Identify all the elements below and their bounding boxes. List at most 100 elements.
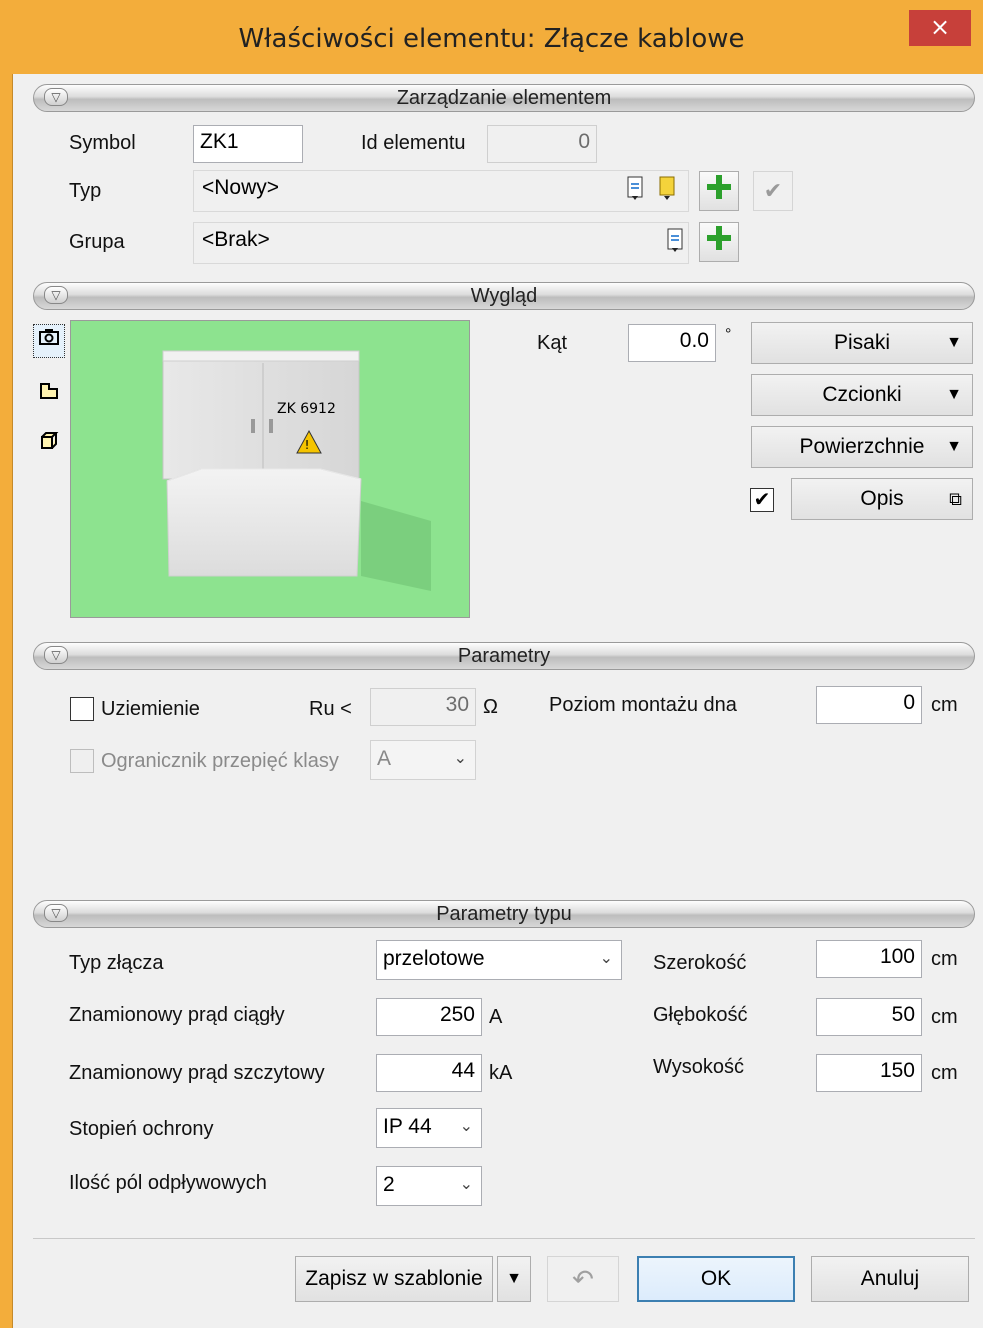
section-header-management[interactable]: ▽ Zarządzanie elementem — [33, 84, 975, 112]
section-title: Parametry — [457, 645, 551, 667]
degree-unit: ° — [725, 326, 732, 343]
peak-current-input[interactable]: 44 — [376, 1054, 482, 1092]
outlets-select[interactable]: 2 ⌄ — [376, 1166, 482, 1206]
rated-current-label: Znamionowy prąd ciągły — [69, 1004, 285, 1026]
dialog-title: Właściwości elementu: Złącze kablowe — [238, 24, 745, 54]
save-template-dropdown[interactable]: ▼ — [497, 1256, 531, 1302]
mount-level-label: Poziom montażu dna — [549, 694, 737, 716]
ru-label: Ru < — [309, 698, 352, 720]
symbol-input[interactable]: ZK1 — [193, 125, 303, 163]
depth-label: Głębokość — [653, 1004, 748, 1026]
add-group-button[interactable] — [699, 222, 739, 262]
new-document-icon[interactable] — [621, 174, 649, 206]
close-button[interactable]: × — [909, 10, 971, 46]
3d-preview[interactable]: ! ZK 6912 — [70, 320, 470, 618]
ok-button[interactable]: OK — [637, 1256, 795, 1302]
surge-arrester-label: Ogranicznik przepięć klasy — [101, 750, 339, 772]
confirm-type-button[interactable]: ✔ — [753, 171, 793, 211]
dropdown-arrow-icon: ▼ — [946, 438, 962, 455]
3d-view-icon[interactable] — [33, 428, 65, 462]
check-icon: ✔ — [763, 178, 783, 203]
surfaces-label: Powierzchnie — [799, 435, 925, 458]
surge-arrester-checkbox[interactable] — [70, 749, 94, 773]
type-value: <Nowy> — [202, 176, 280, 199]
undo-button[interactable]: ↶ — [547, 1256, 619, 1302]
surfaces-button[interactable]: Powierzchnie ▼ — [751, 426, 973, 468]
chevron-down-icon: ⌄ — [599, 950, 613, 967]
dialog-window: Właściwości elementu: Złącze kablowe × ▽… — [0, 0, 983, 1328]
save-template-button[interactable]: Zapisz w szablonie — [295, 1256, 493, 1302]
section-header-type-parameters[interactable]: ▽ Parametry typu — [33, 900, 975, 928]
plus-icon — [707, 226, 731, 250]
pens-label: Pisaki — [833, 331, 891, 354]
database-icon[interactable] — [653, 174, 681, 206]
rated-current-unit: A — [489, 1006, 503, 1028]
height-input[interactable]: 150 — [816, 1054, 922, 1092]
surge-class-select[interactable]: A ⌄ — [370, 740, 476, 780]
description-button[interactable]: Opis ⧉ — [791, 478, 973, 520]
ru-field: 30 — [370, 688, 476, 726]
outlets-value: 2 — [383, 1173, 395, 1196]
connector-type-label: Typ złącza — [69, 952, 164, 974]
mount-level-input[interactable]: 0 — [816, 686, 922, 724]
fonts-label: Czcionki — [822, 383, 902, 406]
group-label: Grupa — [69, 231, 125, 253]
section-title: Parametry typu — [436, 903, 572, 925]
angle-input[interactable]: 0.0 — [628, 324, 716, 362]
id-field: 0 — [487, 125, 597, 163]
id-label: Id elementu — [361, 132, 466, 154]
2d-view-icon[interactable] — [33, 378, 65, 412]
connector-type-value: przelotowe — [383, 947, 485, 970]
section-title: Zarządzanie elementem — [396, 87, 612, 109]
section-header-appearance[interactable]: ▽ Wygląd — [33, 282, 975, 310]
camera-view-icon[interactable] — [33, 324, 65, 358]
cancel-button[interactable]: Anuluj — [811, 1256, 969, 1302]
angle-label: Kąt — [537, 332, 568, 354]
section-title: Wygląd — [470, 285, 538, 307]
protection-label: Stopień ochrony — [69, 1118, 214, 1140]
grounding-checkbox[interactable] — [70, 697, 94, 721]
protection-value: IP 44 — [383, 1115, 432, 1138]
connector-type-select[interactable]: przelotowe ⌄ — [376, 940, 622, 980]
width-input[interactable]: 100 — [816, 940, 922, 978]
add-type-button[interactable] — [699, 171, 739, 211]
height-label: Wysokość — [653, 1056, 744, 1078]
dropdown-arrow-icon: ▼ — [946, 386, 962, 403]
group-combo[interactable]: <Brak> — [193, 222, 689, 264]
pens-button[interactable]: Pisaki ▼ — [751, 322, 973, 364]
description-checkbox[interactable]: ✔ — [750, 488, 774, 512]
undo-icon: ↶ — [572, 1264, 594, 1294]
depth-unit: cm — [931, 1006, 958, 1028]
section-header-parameters[interactable]: ▽ Parametry — [33, 642, 975, 670]
popout-icon: ⧉ — [949, 489, 962, 509]
chevron-down-icon: ⌄ — [459, 1118, 473, 1135]
chevron-down-icon: ⌄ — [459, 1176, 473, 1193]
svg-text:!: ! — [305, 438, 310, 452]
description-label: Opis — [860, 487, 904, 510]
cabinet-render: ! — [162, 350, 431, 591]
depth-input[interactable]: 50 — [816, 998, 922, 1036]
plus-icon — [707, 175, 731, 199]
fonts-button[interactable]: Czcionki ▼ — [751, 374, 973, 416]
chevron-down-icon: ⌄ — [453, 750, 467, 767]
group-value: <Brak> — [202, 228, 270, 251]
width-unit: cm — [931, 948, 958, 970]
type-label: Typ — [69, 180, 102, 202]
peak-current-unit: kA — [489, 1062, 513, 1084]
protection-select[interactable]: IP 44 ⌄ — [376, 1108, 482, 1148]
dialog-body: ▽ Zarządzanie elementem Symbol ZK1 Id el… — [12, 74, 983, 1328]
peak-current-label: Znamionowy prąd szczytowy — [69, 1062, 325, 1084]
outlets-label: Ilość pól odpływowych — [69, 1172, 267, 1194]
dropdown-arrow-icon: ▼ — [946, 334, 962, 351]
cabinet-label: ZK 6912 — [277, 401, 336, 417]
title-bar[interactable]: Właściwości elementu: Złącze kablowe × — [0, 0, 983, 82]
type-combo[interactable]: <Nowy> — [193, 170, 689, 212]
height-unit: cm — [931, 1062, 958, 1084]
footer-divider — [33, 1238, 975, 1239]
grounding-label: Uziemienie — [101, 698, 200, 720]
new-group-document-icon[interactable] — [661, 226, 689, 258]
surge-class-value: A — [377, 747, 392, 770]
rated-current-input[interactable]: 250 — [376, 998, 482, 1036]
mount-unit: cm — [931, 694, 958, 716]
dropdown-arrow-icon: ▼ — [506, 1270, 522, 1287]
